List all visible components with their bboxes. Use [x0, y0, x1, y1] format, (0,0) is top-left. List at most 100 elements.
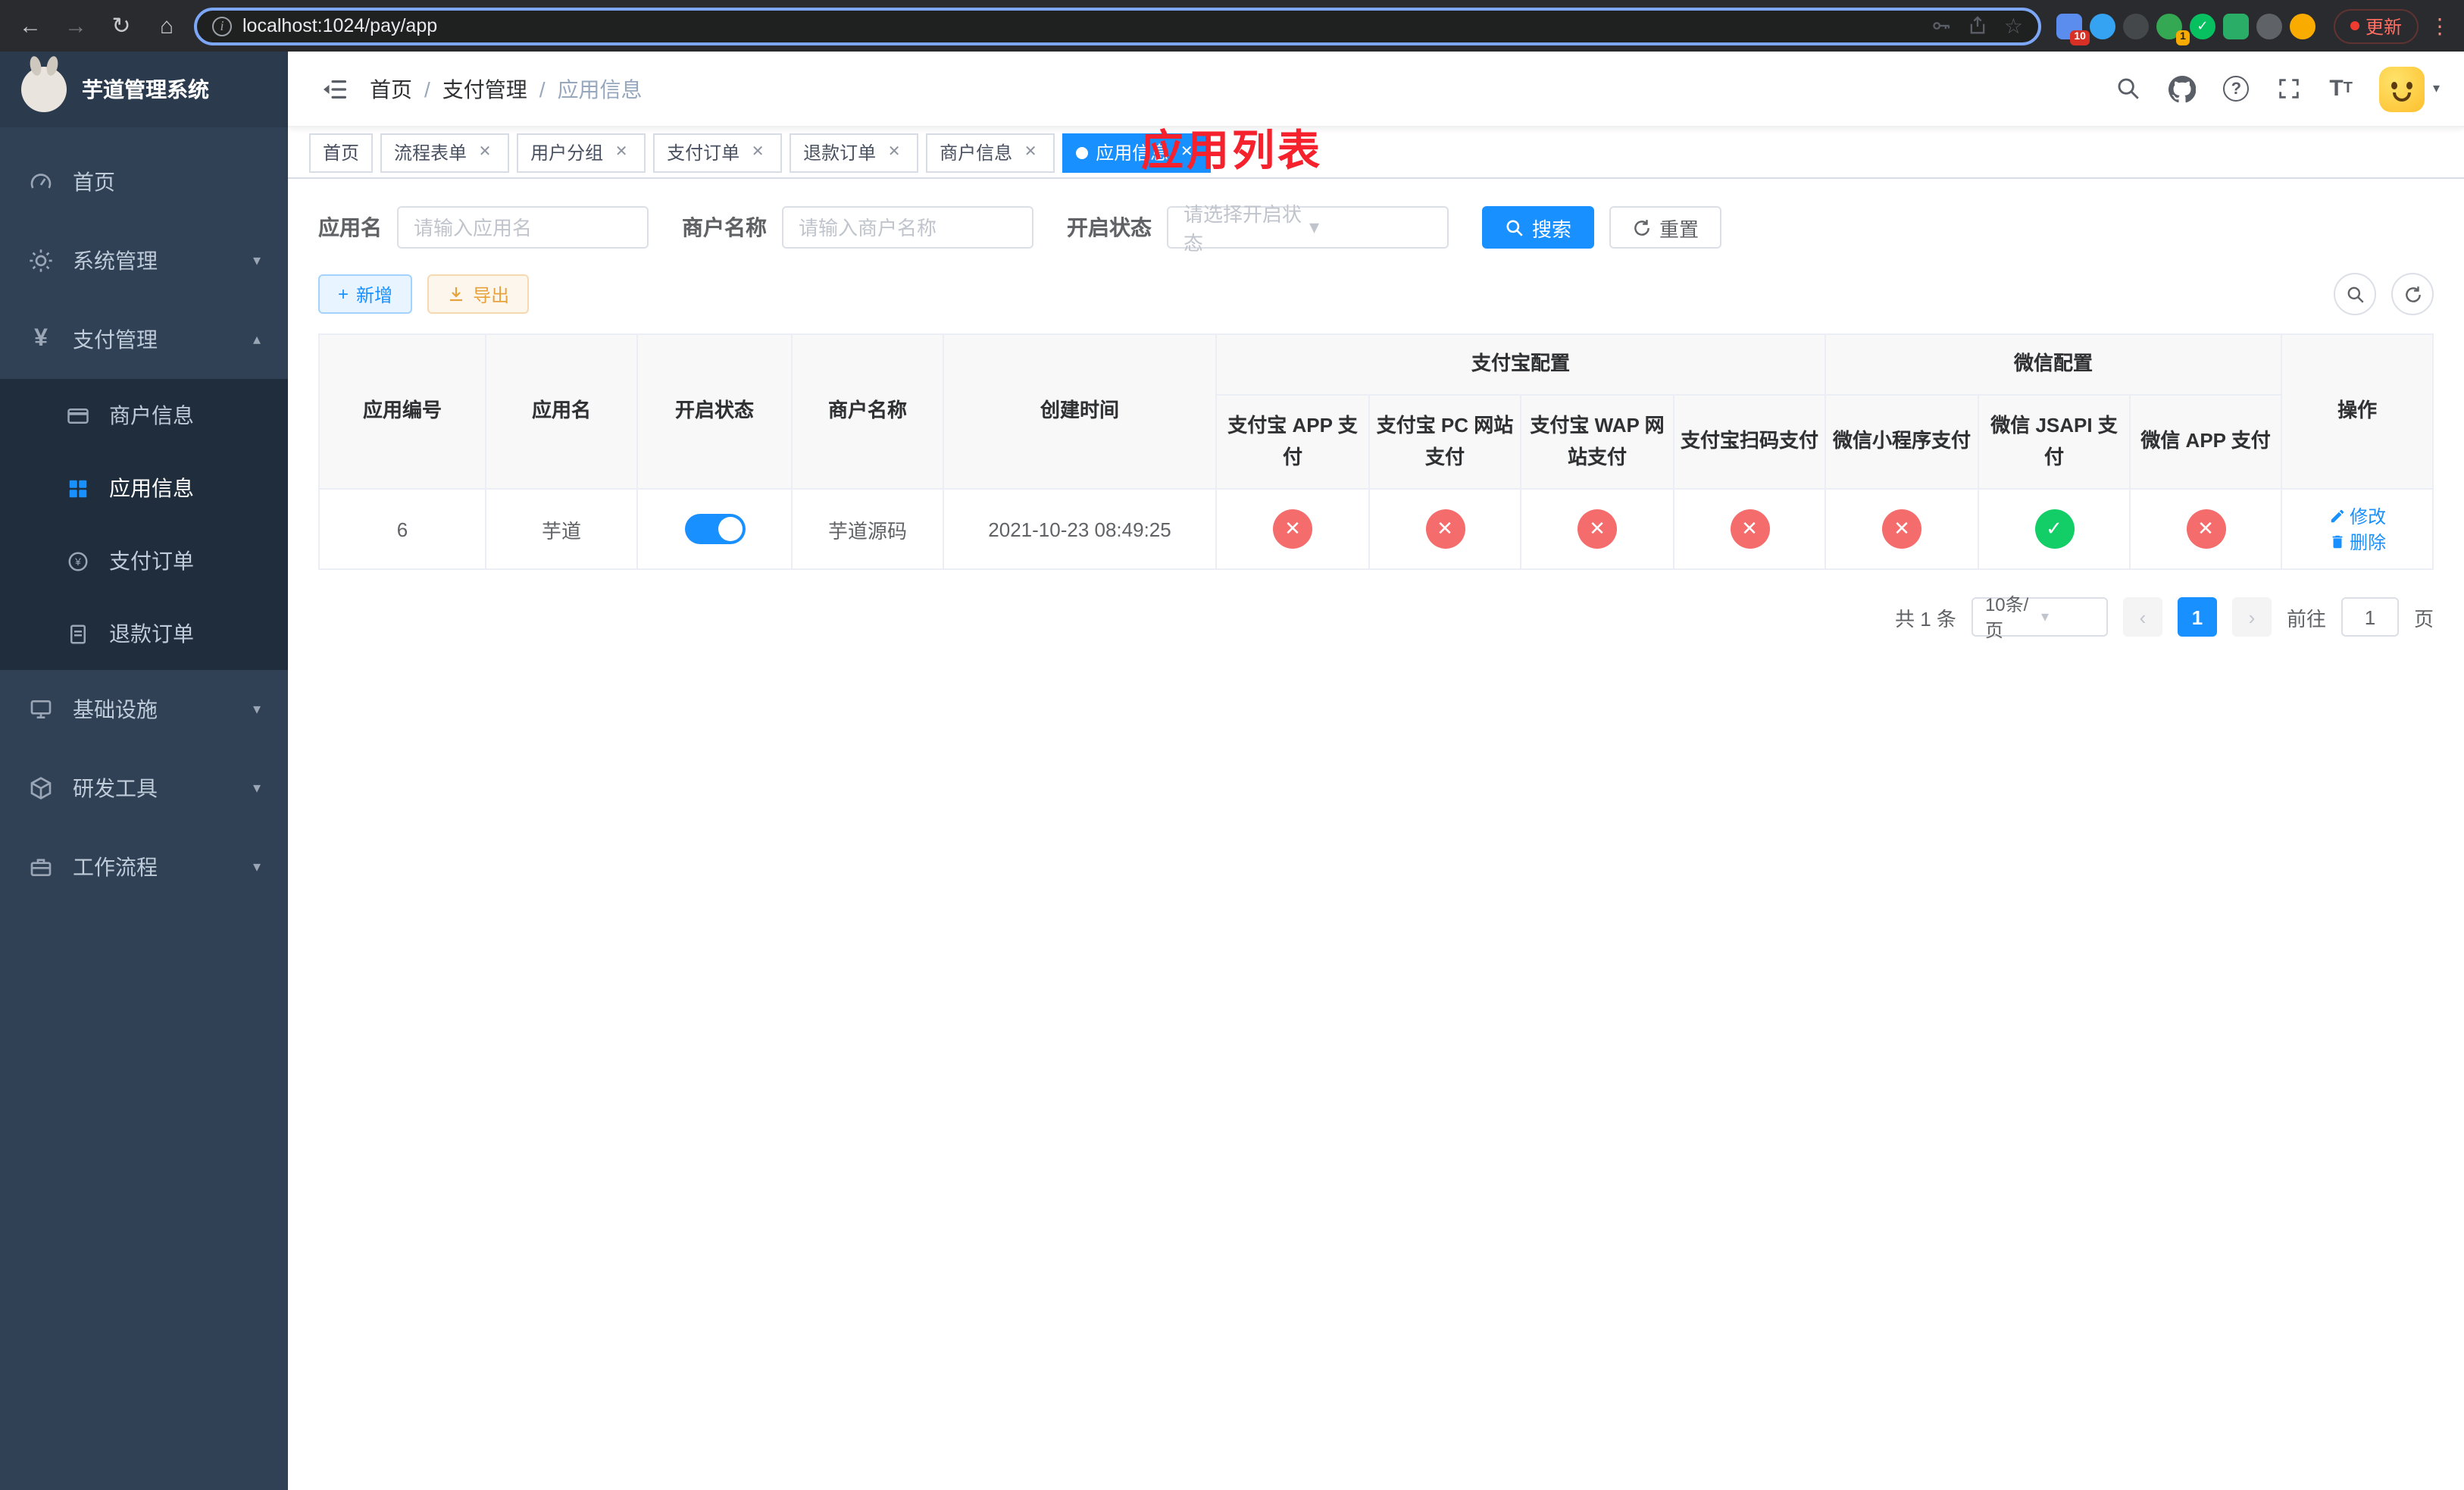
browser-home-button[interactable]: ⌂: [149, 8, 185, 44]
extension-icon-2[interactable]: [2089, 13, 2115, 39]
tab-merchant-info[interactable]: 商户信息 ✕: [926, 133, 1055, 172]
status-toggle[interactable]: [684, 514, 745, 544]
tab-label: 流程表单: [394, 142, 467, 164]
breadcrumb-home[interactable]: 首页: [370, 74, 412, 104]
plus-icon: +: [338, 283, 349, 305]
th-merchant: 商户名称: [791, 333, 944, 490]
chevron-down-icon: ▾: [252, 780, 261, 797]
tab-payment-order[interactable]: 支付订单 ✕: [653, 133, 783, 172]
goto-page-input[interactable]: [2340, 597, 2399, 637]
browser-back-button[interactable]: ←: [12, 8, 48, 44]
th-create-time: 创建时间: [943, 333, 1217, 490]
status-select[interactable]: 请选择开启状态 ▾: [1167, 203, 1449, 255]
user-avatar-menu[interactable]: ▾: [2379, 66, 2440, 111]
breadcrumb: 首页 / 支付管理 / 应用信息: [370, 74, 643, 104]
tab-user-group[interactable]: 用户分组 ✕: [517, 133, 646, 172]
top-navbar: 首页 / 支付管理 / 应用信息 ? T T ▾: [288, 52, 2464, 127]
extension-icon-3[interactable]: [2122, 13, 2149, 39]
help-icon[interactable]: ?: [2223, 76, 2250, 102]
refresh-button[interactable]: [2391, 273, 2434, 315]
chevron-down-icon: ▾: [252, 859, 261, 875]
chevron-down-icon: ▾: [2040, 609, 2049, 625]
browser-forward-button[interactable]: →: [58, 8, 94, 44]
sidebar-item-payment-order[interactable]: ¥ 支付订单: [0, 524, 288, 597]
tab-label: 支付订单: [667, 142, 740, 164]
prev-page-button[interactable]: ‹: [2122, 597, 2162, 637]
close-icon[interactable]: ✕: [611, 142, 632, 163]
font-size-icon[interactable]: TT: [2329, 76, 2353, 102]
reset-button[interactable]: 重置: [1609, 206, 1722, 249]
sidebar-item-infrastructure[interactable]: 基础设施 ▾: [0, 670, 288, 749]
close-icon[interactable]: ✕: [474, 142, 496, 163]
tab-home[interactable]: 首页: [309, 133, 374, 172]
sidebar-item-merchant-info[interactable]: 商户信息: [0, 379, 288, 452]
sidebar-item-home[interactable]: 首页: [0, 142, 288, 221]
bookmark-star-icon[interactable]: ☆: [2004, 13, 2023, 39]
browser-chrome: ← → ↻ ⌂ i localhost:1024/pay/app ☆ 10 1 …: [0, 0, 2464, 52]
page-size-select[interactable]: 10条/页 ▾: [1971, 594, 2108, 641]
extension-badge: 10: [2070, 30, 2090, 45]
select-placeholder: 请选择开启状态: [1184, 203, 1302, 255]
sidebar-item-app-info[interactable]: 应用信息: [0, 452, 288, 524]
edit-button[interactable]: 修改: [2328, 503, 2386, 529]
next-page-button[interactable]: ›: [2231, 597, 2272, 637]
breadcrumb-payment[interactable]: 支付管理: [442, 74, 527, 104]
extension-icon-7[interactable]: [2256, 13, 2282, 39]
app-name-label: 应用名: [318, 215, 382, 239]
sidebar-fold-icon[interactable]: [312, 66, 358, 111]
delete-button[interactable]: 删除: [2328, 529, 2386, 555]
reset-button-label: 重置: [1659, 218, 1699, 240]
page-size-value: 10条/页: [1984, 594, 2029, 641]
hide-search-button[interactable]: [2334, 273, 2376, 315]
goto-label: 前往: [2286, 607, 2326, 630]
breadcrumb-separator: /: [424, 77, 430, 101]
browser-menu-icon[interactable]: ⋮: [2428, 13, 2452, 39]
extension-icon-1[interactable]: 10: [2056, 13, 2090, 45]
header-search-icon[interactable]: [2115, 76, 2141, 102]
url-text[interactable]: localhost:1024/pay/app: [242, 15, 1921, 36]
export-button[interactable]: 导出: [427, 274, 530, 314]
sidebar: 芋道管理系统 首页 系统管理 ▾ ¥ 支付管理 ▴ 商户信息 应用信息 ¥ 支付…: [0, 52, 288, 1490]
fullscreen-icon[interactable]: [2276, 76, 2302, 102]
search-button-label: 搜索: [1532, 218, 1572, 240]
sidebar-item-payment-management[interactable]: ¥ 支付管理 ▴: [0, 300, 288, 379]
sidebar-item-dev-tools[interactable]: 研发工具 ▾: [0, 749, 288, 828]
extension-icon-6[interactable]: [2222, 13, 2249, 39]
extension-icon-5[interactable]: ✓: [2189, 13, 2215, 39]
share-icon[interactable]: [1968, 15, 1989, 36]
merchant-name-input[interactable]: [782, 206, 1033, 249]
password-key-icon[interactable]: [1931, 15, 1953, 36]
tab-label: 首页: [323, 142, 360, 164]
th-wx-app: 微信 APP 支付: [2129, 394, 2283, 490]
add-button[interactable]: + 新增: [318, 274, 413, 314]
tab-refund-order[interactable]: 退款订单 ✕: [790, 133, 919, 172]
alipay-app-status-icon: ✕: [1273, 509, 1312, 549]
chevron-down-icon: ▾: [252, 252, 261, 269]
coin-icon: ¥: [64, 549, 91, 572]
edit-label: 修改: [2350, 506, 2387, 527]
github-icon[interactable]: [2169, 75, 2197, 102]
sidebar-item-workflow[interactable]: 工作流程 ▾: [0, 828, 288, 906]
extension-icon-4[interactable]: 1: [2156, 13, 2190, 45]
site-info-icon[interactable]: i: [212, 16, 232, 36]
close-icon[interactable]: ✕: [1020, 142, 1041, 163]
page-number-button[interactable]: 1: [2177, 597, 2217, 637]
yen-icon: ¥: [34, 326, 48, 352]
sidebar-menu: 首页 系统管理 ▾ ¥ 支付管理 ▴ 商户信息 应用信息 ¥ 支付订单 退款订单…: [0, 127, 288, 906]
sidebar-logo[interactable]: 芋道管理系统: [0, 52, 288, 127]
sidebar-item-refund-order[interactable]: 退款订单: [0, 597, 288, 670]
cell-app-id: 6: [318, 488, 486, 570]
close-icon[interactable]: ✕: [747, 142, 768, 163]
tab-process-form[interactable]: 流程表单 ✕: [380, 133, 510, 172]
close-icon[interactable]: ✕: [883, 142, 905, 163]
logo-title: 芋道管理系统: [82, 77, 209, 102]
monitor-icon: [27, 697, 55, 722]
tab-label: 商户信息: [940, 142, 1013, 164]
search-button[interactable]: 搜索: [1482, 206, 1595, 249]
emoji-extension-icon[interactable]: [2289, 13, 2315, 39]
address-bar[interactable]: i localhost:1024/pay/app ☆: [194, 7, 2041, 45]
browser-update-button[interactable]: 更新: [2333, 8, 2419, 43]
sidebar-item-system-management[interactable]: 系统管理 ▾: [0, 221, 288, 300]
app-name-input[interactable]: [397, 206, 649, 249]
browser-refresh-button[interactable]: ↻: [103, 8, 139, 44]
